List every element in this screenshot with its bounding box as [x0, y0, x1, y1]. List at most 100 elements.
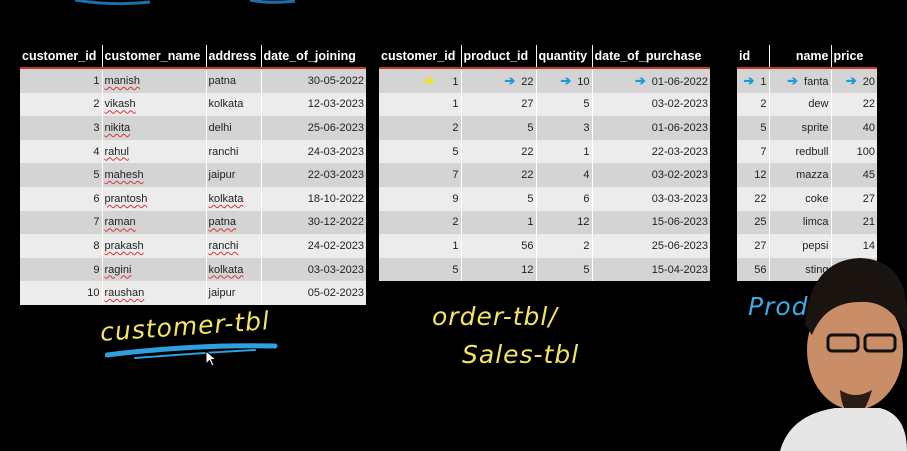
- product-name-cell-text: fanta: [804, 75, 829, 88]
- customer-name-cell: vikash: [102, 92, 207, 117]
- table-row: 3 nikita delhi 25-06-2023: [20, 116, 366, 140]
- address-cell-text: patna: [208, 74, 237, 87]
- customer-name-cell-text: prantosh: [104, 192, 148, 205]
- date-of-joining-cell: 22-03-2023: [261, 163, 366, 187]
- product-id-cell: 56: [461, 234, 537, 258]
- date-of-joining-cell-text: 12-03-2023: [307, 98, 364, 111]
- date-of-joining-cell-text: 30-12-2022: [307, 216, 364, 229]
- table-row: 5 sprite 40: [737, 116, 877, 140]
- price-cell-text: 27: [862, 192, 875, 205]
- product-id-cell-text: 5: [760, 121, 767, 134]
- col-header: customer_id: [379, 45, 462, 69]
- date-of-joining-cell-text: 30-05-2022: [307, 74, 364, 87]
- date-of-joining-cell: 25-06-2023: [261, 116, 366, 140]
- customer-table: customer_id customer_name address date_o…: [20, 45, 366, 305]
- date-of-purchase-cell-text: 03-03-2023: [651, 192, 708, 205]
- date-of-joining-cell-text: 24-02-2023: [307, 239, 364, 252]
- address-cell-text: ranchi: [208, 239, 239, 252]
- order-table-annotation-line2: Sales-tbl: [462, 340, 580, 369]
- customer-id-cell: 2: [20, 92, 103, 117]
- order-table-annotation-line1: order-tbl/: [432, 302, 558, 331]
- product-id-cell-text: 22: [521, 145, 534, 158]
- table-row: 9 5 6 03-03-2023: [379, 186, 710, 211]
- product-id-cell: ➔ 22: [461, 68, 537, 93]
- address-cell-text: patna: [208, 216, 237, 229]
- customer-id-cell-text: 2: [93, 98, 100, 111]
- customer-name-cell-text: raman: [104, 216, 136, 229]
- date-of-joining-cell-text: 05-02-2023: [307, 287, 364, 300]
- address-cell: jaipur: [206, 281, 262, 305]
- date-of-joining-cell: 03-03-2023: [261, 257, 366, 282]
- arrow-right-icon: ➔: [787, 72, 799, 88]
- product-id-cell-text: 22: [754, 192, 767, 205]
- customer-id-cell: 7: [379, 163, 462, 187]
- customer-id-cell: 6: [20, 186, 103, 211]
- price-cell-text: 20: [862, 75, 875, 88]
- customer-id-cell-text: 1: [452, 98, 459, 111]
- product-id-cell: 12: [461, 257, 537, 282]
- date-of-joining-cell-text: 03-03-2023: [307, 263, 364, 276]
- customer-id-cell-text: 10: [87, 287, 100, 300]
- table-row: 5 12 5 15-04-2023: [379, 257, 710, 282]
- table-row: 7 redbull 100: [737, 139, 877, 164]
- product-id-cell-text: 12: [754, 169, 767, 182]
- col-header: id: [737, 45, 770, 69]
- quantity-cell-text: 1: [583, 145, 590, 158]
- product-id-cell: 12: [737, 163, 770, 187]
- address-cell: kolkata: [206, 186, 262, 211]
- date-of-purchase-cell: ➔ 01-06-2022: [592, 68, 710, 93]
- product-name-cell: mazza: [769, 163, 832, 187]
- price-cell-text: 45: [862, 169, 875, 182]
- customer-name-cell: ragini: [102, 257, 207, 282]
- date-of-purchase-cell: 01-06-2023: [592, 116, 710, 140]
- product-id-cell: 22: [737, 186, 770, 211]
- customer-id-cell-text: 2: [452, 216, 459, 229]
- product-id-cell-text: 7: [760, 145, 767, 158]
- customer-name-cell-text: raushan: [104, 287, 145, 300]
- address-cell: ranchi: [206, 139, 262, 164]
- col-header: product_id: [461, 45, 537, 69]
- product-id-cell-text: 12: [521, 263, 534, 276]
- quantity-cell-text: 2: [583, 239, 590, 252]
- table-row: 10 raushan jaipur 05-02-2023: [20, 281, 366, 305]
- arrow-right-icon: ➔: [634, 72, 646, 88]
- date-of-purchase-cell-text: 15-06-2023: [651, 216, 708, 229]
- table-row: 1 manish patna 30-05-2022: [20, 68, 366, 93]
- product-name-cell-text: redbull: [795, 145, 829, 158]
- date-of-purchase-cell: 03-03-2023: [592, 186, 710, 211]
- customer-id-cell: 5: [379, 139, 462, 164]
- quantity-cell: 1: [536, 139, 593, 164]
- address-cell: patna: [206, 210, 262, 235]
- customer-id-cell-text: 5: [452, 145, 459, 158]
- underline-stroke: [105, 343, 278, 359]
- table-row: 2 vikash kolkata 12-03-2023: [20, 92, 366, 117]
- date-of-purchase-cell-text: 25-06-2023: [651, 239, 708, 252]
- price-cell-text: 21: [862, 216, 875, 229]
- product-id-cell-text: 2: [760, 98, 767, 111]
- customer-id-cell-text: 9: [93, 263, 100, 276]
- address-cell: kolkata: [206, 92, 262, 117]
- order-table: customer_id product_id quantity date_of_…: [379, 45, 710, 282]
- quantity-cell: 4: [536, 163, 593, 187]
- quantity-cell: ➔ 10: [536, 68, 593, 93]
- product-id-cell-text: 25: [754, 216, 767, 229]
- customer-name-cell-text: ragini: [104, 263, 132, 276]
- table-row: 2 5 3 01-06-2023: [379, 116, 710, 140]
- customer-id-cell-text: 1: [93, 74, 100, 87]
- customer-id-cell-text: 8: [93, 239, 100, 252]
- quantity-cell-text: 6: [583, 192, 590, 205]
- arrow-right-icon: ➔: [560, 72, 572, 88]
- date-of-purchase-cell-text: 15-04-2023: [651, 263, 708, 276]
- customer-name-cell: mahesh: [102, 163, 207, 187]
- quantity-cell: 3: [536, 116, 593, 140]
- table-row: 9 ragini kolkata 03-03-2023: [20, 257, 366, 282]
- col-header: name: [769, 45, 832, 69]
- address-cell: patna: [206, 68, 262, 93]
- customer-id-cell-text: 5: [452, 263, 459, 276]
- customer-id-cell: 1: [379, 92, 462, 117]
- product-name-cell: limca: [769, 210, 832, 235]
- date-of-joining-cell: 24-03-2023: [261, 139, 366, 164]
- product-name-cell: coke: [769, 186, 832, 211]
- product-name-cell: dew: [769, 92, 832, 117]
- date-of-purchase-cell-text: 03-02-2023: [651, 98, 708, 111]
